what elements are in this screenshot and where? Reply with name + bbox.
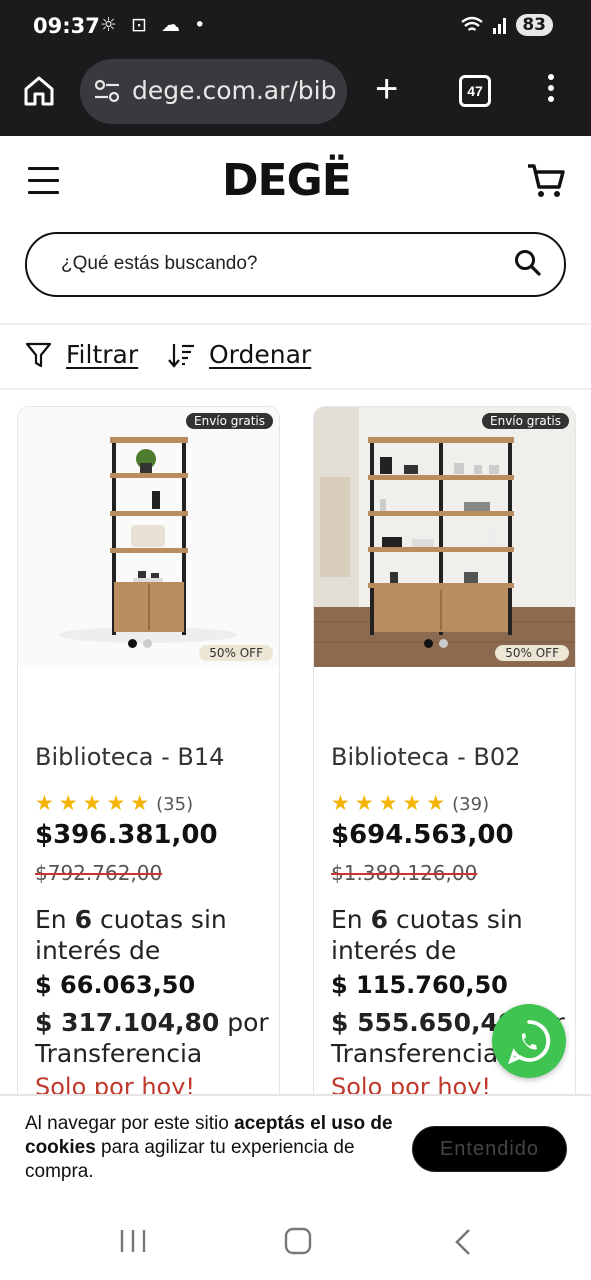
installment-value: $ 115.760,50 <box>331 971 508 999</box>
installment-value: $ 66.063,50 <box>35 971 196 999</box>
site-settings-icon[interactable] <box>94 79 120 103</box>
status-time: 09:37 <box>33 14 100 38</box>
sort-label[interactable]: Ordenar <box>209 340 311 369</box>
product-old-price: $1.389.126,00 <box>331 861 478 885</box>
sort-icon <box>168 343 194 368</box>
rating-stars: ★★★★★ (39) <box>331 792 490 815</box>
product-price: $694.563,00 <box>331 820 514 850</box>
product-card[interactable]: Envío gratis 50% OFF Biblioteca - B14 ★★… <box>17 406 280 1108</box>
wifi-icon <box>461 16 484 31</box>
carousel-dots[interactable] <box>424 639 448 648</box>
free-shipping-badge: Envío gratis <box>482 413 569 429</box>
hamburger-menu-icon[interactable] <box>28 167 59 203</box>
bookshelf-image <box>18 407 279 667</box>
tab-count-button[interactable]: 47 <box>459 75 491 107</box>
new-tab-icon[interactable]: + <box>375 69 398 109</box>
rating-stars: ★★★★★ (35) <box>35 792 194 815</box>
bookshelf-image <box>314 407 575 667</box>
filter-button[interactable]: Filtrar <box>25 340 138 369</box>
whatsapp-icon <box>508 1020 551 1065</box>
product-name[interactable]: Biblioteca - B14 <box>35 743 224 771</box>
rating-count: (39) <box>452 794 490 815</box>
cookie-text: Al navegar por este sitio aceptás el uso… <box>25 1113 393 1182</box>
installments-text: En 6 cuotas sin interés de <box>35 905 227 965</box>
filter-label[interactable]: Filtrar <box>66 340 138 369</box>
rating-count: (35) <box>156 794 194 815</box>
whatsapp-button[interactable] <box>492 1004 566 1078</box>
search-input[interactable] <box>59 252 483 276</box>
transfer-price-text: $ 317.104,80 por Transferencia <box>35 1008 269 1068</box>
product-image[interactable]: Envío gratis 50% OFF <box>18 407 279 667</box>
url-text[interactable]: dege.com.ar/bibli <box>132 76 337 105</box>
product-card[interactable]: Envío gratis 50% OFF Biblioteca - B02 ★★… <box>313 406 576 1108</box>
free-shipping-badge: Envío gratis <box>186 413 273 429</box>
product-name[interactable]: Biblioteca - B02 <box>331 743 520 771</box>
browser-menu-icon[interactable] <box>548 74 554 107</box>
filter-sort-bar: Filtrar Ordenar <box>0 325 591 390</box>
carousel-dots[interactable] <box>128 639 152 648</box>
home-button-icon[interactable] <box>284 1227 312 1255</box>
cart-icon[interactable] <box>526 161 566 201</box>
battery-indicator: 83 <box>516 14 553 36</box>
cookie-banner: Al navegar por este sitio aceptás el uso… <box>0 1094 591 1202</box>
search-box[interactable] <box>25 232 566 297</box>
signal-icon <box>493 18 507 34</box>
back-icon[interactable] <box>452 1227 474 1257</box>
product-price: $396.381,00 <box>35 820 218 850</box>
installments-text: En 6 cuotas sin interés de <box>331 905 523 965</box>
system-navigation-bar <box>0 1201 591 1280</box>
address-bar[interactable]: dege.com.ar/bibli <box>80 59 347 124</box>
home-icon[interactable] <box>22 74 56 108</box>
discount-badge: 50% OFF <box>199 645 273 661</box>
discount-badge: 50% OFF <box>495 645 569 661</box>
browser-toolbar: dege.com.ar/bibli + 47 <box>0 56 591 136</box>
accept-cookies-button[interactable]: Entendido <box>412 1126 567 1172</box>
site-logo[interactable]: DEGË <box>222 159 352 203</box>
site-header: DEGË <box>0 137 591 325</box>
sort-button[interactable]: Ordenar <box>167 340 311 369</box>
search-icon[interactable] <box>514 249 542 277</box>
product-old-price: $792.762,00 <box>35 861 163 885</box>
status-icons: ☼ ⊡ ☁ • <box>100 14 210 36</box>
filter-icon <box>25 342 52 367</box>
status-bar: 09:37 ☼ ⊡ ☁ • 83 <box>0 0 591 56</box>
product-image[interactable]: Envío gratis 50% OFF <box>314 407 575 667</box>
recent-apps-icon[interactable] <box>118 1228 148 1254</box>
status-right: 83 <box>460 14 553 36</box>
